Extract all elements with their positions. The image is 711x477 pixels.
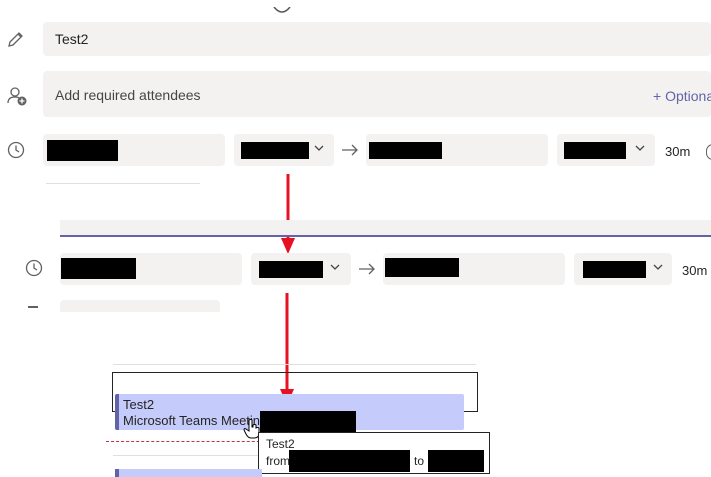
- start-date-field[interactable]: [43, 134, 225, 166]
- start-time-dropdown[interactable]: [234, 134, 334, 166]
- tooltip-to-label: to: [414, 454, 425, 468]
- attendees-field[interactable]: Add required attendees + Optional: [43, 71, 711, 117]
- partial-field: [60, 300, 220, 312]
- redacted-block: [241, 142, 309, 159]
- redacted-block: [385, 258, 459, 277]
- redacted-block: [61, 258, 136, 279]
- add-person-icon: [6, 85, 28, 112]
- arrow-right-icon: [358, 261, 376, 282]
- duration-label: 30m: [665, 144, 691, 159]
- start-time-dropdown[interactable]: [251, 253, 351, 285]
- duration-label: 30m: [682, 263, 708, 278]
- arrow-right-icon: [341, 142, 359, 163]
- calendar-gridline: [113, 364, 476, 365]
- redacted-block: [428, 450, 484, 472]
- title-field[interactable]: Test2: [43, 22, 711, 56]
- redacted-block: [289, 450, 410, 472]
- tooltip-title: Test2: [266, 437, 295, 451]
- calendar-event-partial[interactable]: [115, 469, 262, 477]
- divider: [46, 183, 200, 184]
- end-time-dropdown[interactable]: [557, 134, 655, 166]
- annotation-arrow: [281, 174, 295, 254]
- clock-icon: [24, 258, 44, 283]
- redacted-block: [564, 142, 626, 159]
- clock-icon: [6, 140, 26, 165]
- pencil-icon: [6, 29, 26, 54]
- event-tooltip: Test2 from to: [258, 432, 490, 474]
- event-title: Test2: [123, 397, 155, 412]
- start-date-field[interactable]: [60, 253, 242, 285]
- top-scroll-edge: [0, 0, 711, 13]
- end-date-field[interactable]: [366, 134, 548, 166]
- partial-toggle: [706, 144, 711, 160]
- end-date-field[interactable]: [383, 253, 565, 285]
- optional-attendees-link[interactable]: + Optional: [653, 87, 711, 105]
- partial-row-icon: [28, 306, 38, 308]
- selection-band: [60, 220, 711, 236]
- chevron-down-icon: [634, 142, 646, 157]
- chevron-down-icon: [313, 142, 325, 157]
- title-field-value: Test2: [55, 31, 89, 47]
- redacted-block: [259, 261, 323, 278]
- accent-underline: [60, 235, 711, 237]
- redacted-block: [583, 261, 646, 278]
- redacted-block: [47, 140, 118, 161]
- tooltip-from-label: from: [266, 454, 290, 468]
- redacted-block: [369, 142, 442, 159]
- end-time-dropdown[interactable]: [574, 253, 672, 285]
- attendees-placeholder: Add required attendees: [55, 87, 201, 103]
- chevron-down-icon: [329, 261, 341, 276]
- chevron-down-icon: [652, 261, 664, 276]
